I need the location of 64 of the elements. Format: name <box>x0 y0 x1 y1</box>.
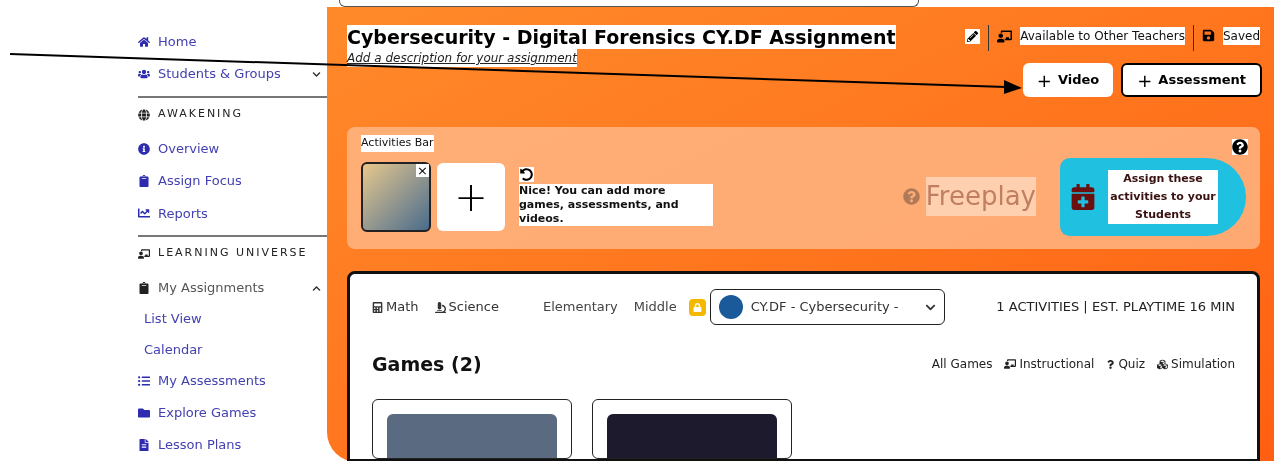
clipboard-icon <box>138 282 150 295</box>
globe-icon <box>138 108 150 121</box>
add-button[interactable]: + Assessment <box>1121 63 1262 97</box>
chart-icon <box>138 207 150 220</box>
nav-link[interactable]: Assign Focus <box>138 165 327 198</box>
assign-button[interactable]: Assign these activities to your Students <box>1060 157 1246 236</box>
file-icon <box>138 438 150 451</box>
remove-button[interactable]: × <box>416 163 429 177</box>
game-thumbnail[interactable]: × <box>361 161 431 232</box>
lock-icon <box>688 298 706 316</box>
nav-link[interactable]: Home <box>138 26 327 59</box>
users-icon <box>138 68 150 81</box>
chevron-icon[interactable] <box>312 69 321 79</box>
game-type-filter[interactable]: Simulation <box>1157 355 1235 374</box>
calendar-plus-icon <box>1070 183 1096 210</box>
teacher-icon <box>1004 358 1017 371</box>
level-filter[interactable]: Elementary <box>542 297 618 317</box>
home-icon <box>138 36 150 49</box>
undo-icon <box>519 167 534 182</box>
save-status: Saved <box>1222 27 1260 45</box>
folder-icon <box>138 406 150 419</box>
microscope-icon <box>434 301 446 313</box>
pencil-icon[interactable] <box>965 29 981 44</box>
help-icon[interactable] <box>1232 139 1248 155</box>
game-type-filter[interactable]: All Games <box>931 355 993 374</box>
question-icon <box>902 188 920 205</box>
nav-link[interactable]: Reports <box>138 197 327 230</box>
list-icon <box>138 374 150 387</box>
add-button[interactable]: + Video <box>1022 63 1114 97</box>
activities-bar-title: Activities Bar <box>361 135 434 152</box>
level-filter[interactable]: Middle <box>633 297 677 317</box>
teacher-icon <box>138 247 150 260</box>
question-icon <box>1106 359 1116 369</box>
nav-link[interactable]: Explore Games <box>138 396 327 429</box>
info-icon <box>138 143 150 155</box>
assignment-title[interactable]: Cybersecurity - Digital Forensics CY.DF Assignment <box>347 25 896 49</box>
nav-link[interactable]: Lesson Plans <box>138 428 327 461</box>
section-heading: AWAKENING <box>158 106 244 123</box>
nav-group-link[interactable]: My Assignments <box>158 278 304 298</box>
game-card[interactable] <box>592 398 792 459</box>
game-type-filter[interactable]: Quiz <box>1106 355 1146 374</box>
save-icon <box>1201 29 1215 42</box>
hint-text: Nice! You can add more games, assessments, and videos. <box>519 184 713 226</box>
calculator-icon <box>372 301 383 313</box>
add-activity-button[interactable]: + <box>437 162 505 231</box>
section-heading: LEARNING UNIVERSE <box>158 245 308 262</box>
clipboard-icon <box>138 175 150 188</box>
activities-summary: 1 ACTIVITIES | EST. PLAYTIME 16 MIN <box>996 298 1235 317</box>
nav-group-link[interactable]: Students & Groups <box>158 64 304 84</box>
nav-link[interactable]: My Assessments <box>138 364 327 397</box>
course-dropdown[interactable]: CY.DF - Cybersecurity - <box>709 289 945 325</box>
game-card[interactable] <box>372 398 572 459</box>
nav-link[interactable]: Overview <box>138 132 327 166</box>
subject-filter[interactable]: Math <box>372 297 419 317</box>
description-field[interactable]: Add a description for your assignment <box>347 49 577 67</box>
subject-filter[interactable]: Science <box>434 297 499 317</box>
nav-sublink[interactable]: Calendar <box>138 334 327 365</box>
chevron-icon[interactable] <box>312 283 321 293</box>
sharing-status[interactable]: Available to Other Teachers <box>1020 27 1185 45</box>
game-type-filter[interactable]: Instructional <box>1004 355 1095 374</box>
games-heading: Games (2) <box>372 352 482 377</box>
teacher-icon <box>997 29 1013 44</box>
nav-sublink[interactable]: List View <box>138 304 327 335</box>
cubes-icon <box>1157 358 1169 370</box>
